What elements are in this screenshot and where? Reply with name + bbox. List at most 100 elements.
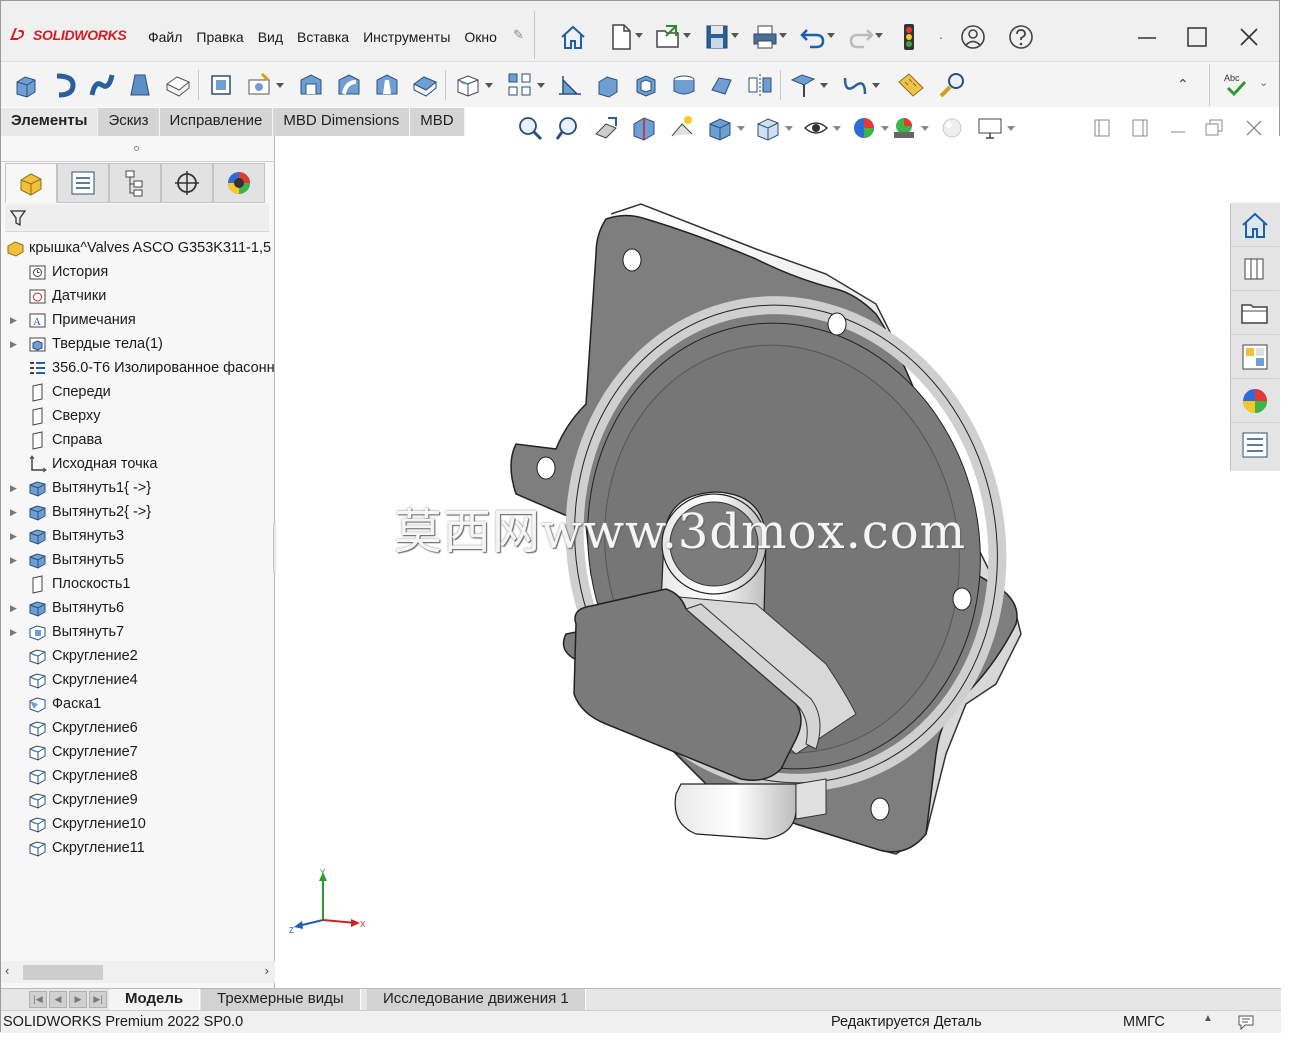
tree-item[interactable]: Спереди [1,380,275,404]
task-pane-design-library-button[interactable] [1231,247,1279,291]
task-pane-file-explorer-button[interactable] [1231,291,1279,335]
menu-insert[interactable]: Вставка [290,27,356,47]
rib-button[interactable] [553,68,587,102]
hide-show-items-button[interactable] [797,111,841,145]
tree-item[interactable]: ▶ Вытянуть5 [1,548,275,572]
tree-item[interactable]: ▶ Вытянуть2{ ->} [1,500,275,524]
shell-button[interactable] [629,68,663,102]
lofted-boss-button[interactable] [123,68,157,102]
tab-mbd[interactable]: MBD [410,108,465,136]
tree-item[interactable]: ▶ Вытянуть1{ ->} [1,476,275,500]
solidworks-logo[interactable]: SOLIDWORKS [7,23,127,47]
open-button[interactable] [645,15,693,59]
realview-button[interactable] [933,111,971,145]
swept-cut-button[interactable] [332,68,366,102]
print-button[interactable] [741,15,789,59]
intersect-button[interactable] [705,68,739,102]
expand-arrow-icon[interactable]: ▶ [10,548,20,572]
tree-item[interactable]: ▶ Вытянуть6 [1,596,275,620]
expand-arrow-icon[interactable]: ▶ [10,500,20,524]
revolved-boss-button[interactable] [47,68,81,102]
tab-display-manager[interactable] [213,163,265,203]
expand-arrow-icon[interactable]: ▶ [10,524,20,548]
chevron-down-icon[interactable] [872,83,880,88]
tab-property-manager[interactable] [57,163,109,203]
tree-item[interactable]: Скругление7 [1,740,275,764]
expand-arrow-icon[interactable]: ▶ [10,596,20,620]
last-tab-icon[interactable]: ▶| [89,991,107,1008]
scroll-right-icon[interactable]: › [265,963,269,978]
scroll-left-icon[interactable]: ‹ [5,963,9,978]
expand-arrow-icon[interactable]: ▶ [10,332,20,356]
menu-window[interactable]: Окно [457,27,504,47]
tree-item[interactable]: Скругление8 [1,764,275,788]
draft-button[interactable] [591,68,625,102]
panel-grip[interactable] [1,136,275,162]
chevron-down-icon[interactable] [276,83,284,88]
tree-item[interactable]: Скругление11 [1,836,275,860]
tree-item[interactable]: Плоскость1 [1,572,275,596]
viewport-split-left-icon[interactable] [1091,117,1119,141]
message-bubble-icon[interactable] [1237,1014,1255,1030]
tab-features[interactable]: Элементы [1,108,99,136]
chevron-down-icon[interactable] [1007,126,1015,131]
boundary-cut-button[interactable] [408,68,442,102]
tree-horizontal-scrollbar[interactable]: ‹ › [1,961,275,983]
viewport-split-right-icon[interactable] [1129,117,1157,141]
tree-item[interactable]: Скругление6 [1,716,275,740]
section-view-button[interactable] [625,111,663,145]
view-orientation-button[interactable] [701,111,745,145]
menu-file[interactable]: Файл [141,27,189,47]
tab-evaluate[interactable]: Исправление [159,108,274,136]
chevron-down-icon[interactable] [921,126,929,131]
task-pane-custom-properties-button[interactable] [1231,423,1279,467]
task-pane-home-button[interactable] [1231,203,1279,247]
chevron-down-icon[interactable] [779,33,787,38]
chevron-down-icon[interactable] [875,33,883,38]
expand-arrow-icon[interactable]: ▶ [10,476,20,500]
fillet-button[interactable] [451,68,493,102]
menu-tools[interactable]: Инструменты [356,27,457,47]
measure-button[interactable] [936,68,970,102]
viewport-minimize-icon[interactable] [1167,117,1195,141]
viewport-close-icon[interactable] [1243,117,1271,141]
mirror-button[interactable] [743,68,777,102]
tree-root-part[interactable]: крышка^Valves ASCO G353K311-1,5 [1,236,275,260]
swept-boss-button[interactable] [85,68,119,102]
tree-item[interactable]: Фаска1 [1,692,275,716]
extruded-boss-button[interactable] [9,68,43,102]
tab-dimxpert-manager[interactable] [161,163,213,203]
menu-view[interactable]: Вид [251,27,290,47]
lofted-cut-button[interactable] [370,68,404,102]
boundary-boss-button[interactable] [161,68,195,102]
linear-pattern-button[interactable] [503,68,545,102]
tab-configuration-manager[interactable] [109,163,161,203]
zoom-to-area-button[interactable] [549,111,587,145]
zoom-to-fit-button[interactable] [511,111,549,145]
scroll-thumb[interactable] [23,965,103,980]
chevron-down-icon[interactable] [785,126,793,131]
tree-item[interactable]: ▶ A Примечания [1,308,275,332]
edit-appearance-button[interactable] [845,111,889,145]
close-button[interactable] [1223,15,1275,59]
tree-item[interactable]: ▶ Твердые тела(1) [1,332,275,356]
tab-mbd-dimensions[interactable]: MBD Dimensions [273,108,411,136]
revolved-cut-button[interactable] [294,68,328,102]
chevron-down-icon[interactable] [731,33,739,38]
tree-item[interactable]: Справа [1,428,275,452]
tree-item[interactable]: История [1,260,275,284]
undo-button[interactable] [789,15,837,59]
prev-tab-icon[interactable]: ◀ [49,991,67,1008]
chevron-down-icon[interactable] [820,83,828,88]
redo-button[interactable] [837,15,885,59]
apply-scene-button[interactable] [885,111,929,145]
tree-item[interactable]: Скругление4 [1,668,275,692]
tree-item[interactable]: 356.0-T6 Изолированное фасонное литье (S… [1,356,275,380]
toolbar-overflow[interactable]: · [933,15,949,59]
tree-item[interactable]: Скругление10 [1,812,275,836]
units-up-arrow-icon[interactable]: ▲ [1203,1013,1213,1024]
tree-filter[interactable] [5,204,269,232]
expand-arrow-icon[interactable]: ▶ [10,308,20,332]
account-button[interactable] [949,15,997,59]
tab-motion-study[interactable]: Исследование движения 1 [367,989,586,1011]
